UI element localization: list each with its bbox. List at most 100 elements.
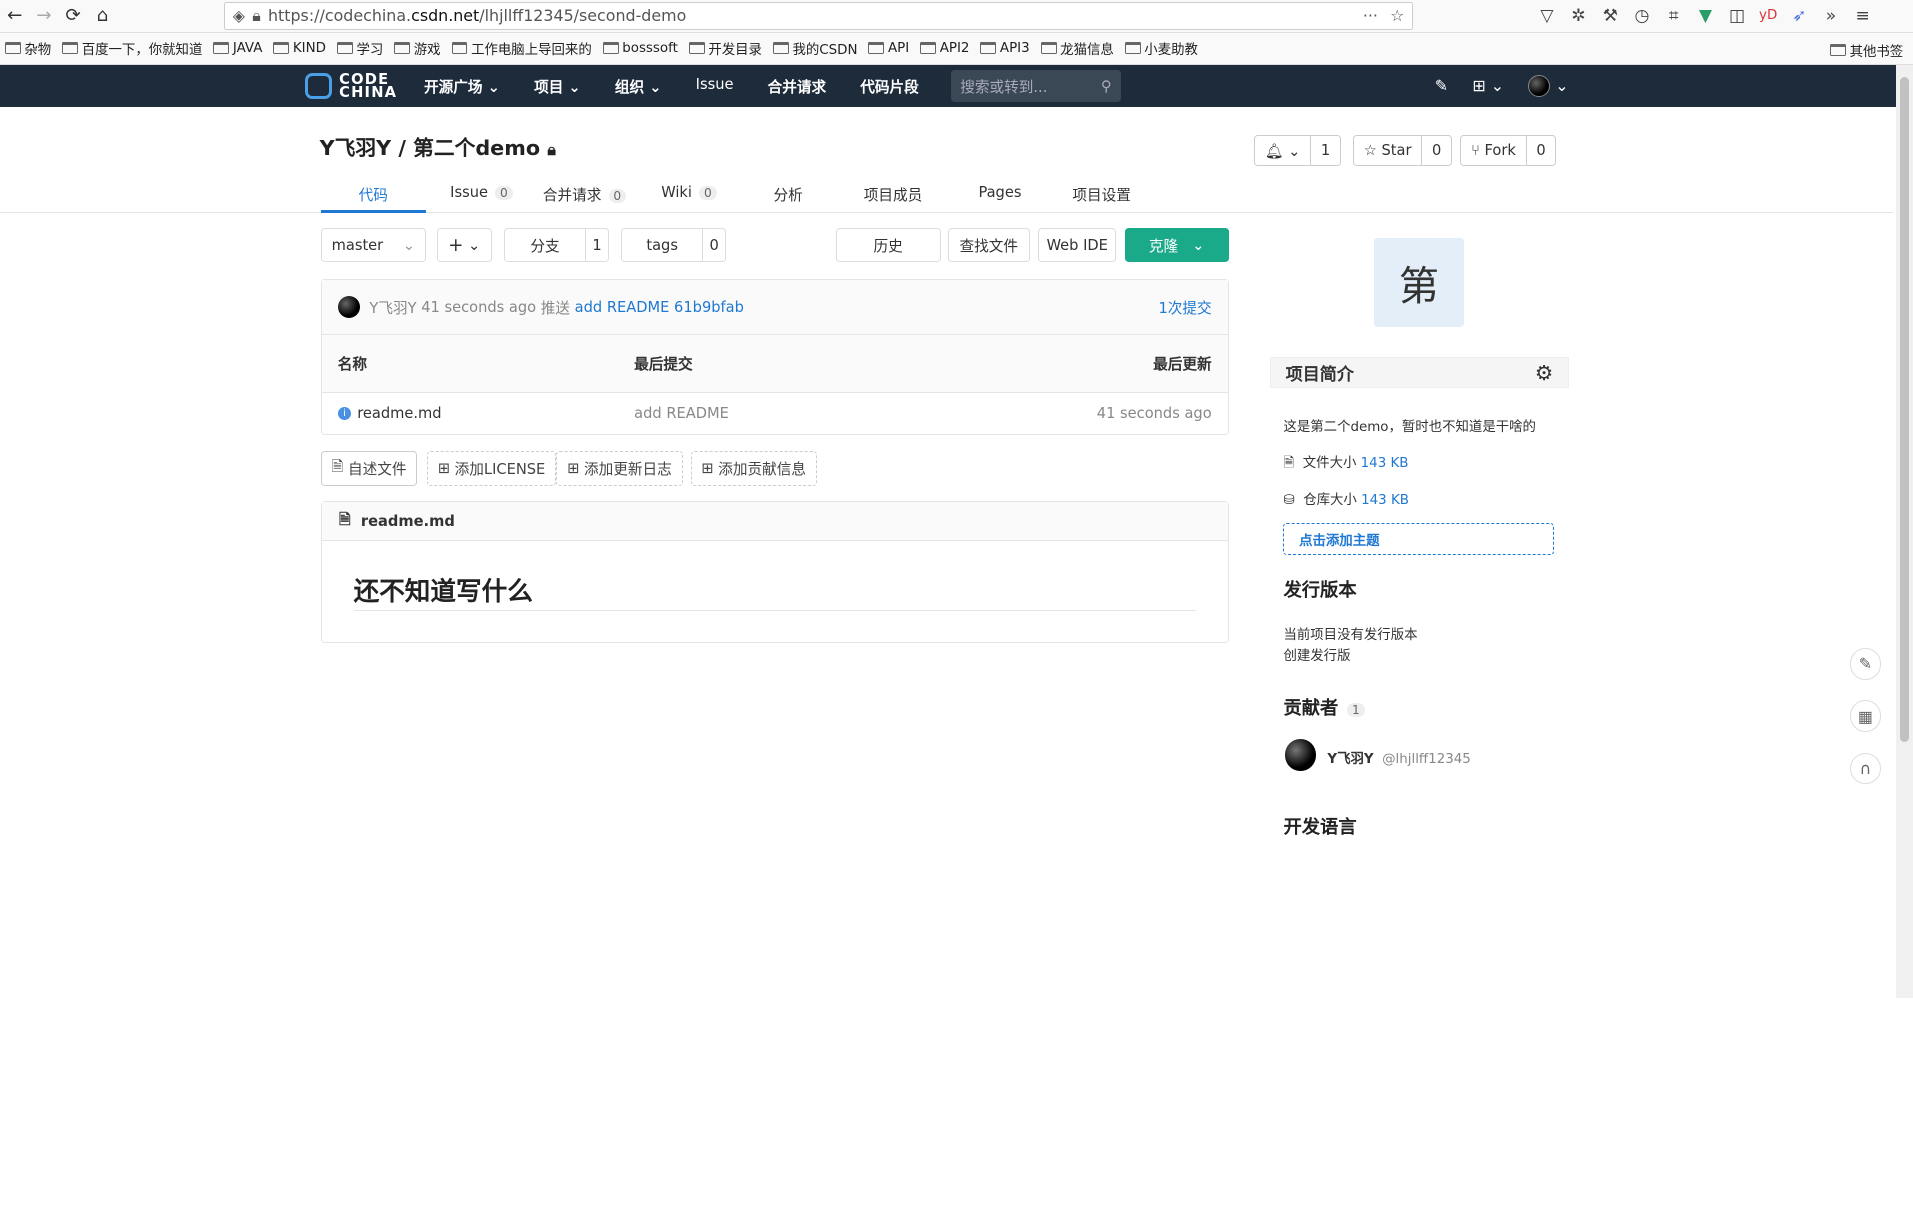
notification-button[interactable]: 🔔︎ ⌄ 1 [1254, 135, 1341, 166]
menu-open-source[interactable]: 开源广场 ⌄ [424, 76, 500, 97]
find-file-button[interactable]: 查找文件 [947, 228, 1030, 263]
home-icon[interactable]: ⌂ [88, 5, 117, 26]
tab-settings[interactable]: 项目设置 [1072, 184, 1131, 205]
bookmark-label: 我的CSDN [792, 43, 858, 59]
project-title-text[interactable]: Y飞羽Y / 第二个demo [320, 136, 540, 160]
new-plus-icon[interactable]: ⊞ ⌄ [1472, 76, 1504, 95]
folder-icon [602, 42, 619, 55]
tags-button[interactable]: tags 0 [620, 228, 726, 263]
hamburger-menu-icon[interactable]: ≡ [1853, 6, 1873, 26]
fork-count[interactable]: 0 [1525, 136, 1556, 165]
star-count[interactable]: 0 [1421, 136, 1451, 165]
tab-wiki[interactable]: Wiki 0 [661, 184, 717, 201]
overflow-icon[interactable]: » [1821, 6, 1841, 26]
bookmark-item[interactable]: KIND [273, 41, 326, 56]
url-text[interactable]: https://codechina.csdn.net/lhjllff12345/… [268, 6, 1351, 25]
todo-edit-icon[interactable]: ✎ [1435, 76, 1448, 95]
menu-issue[interactable]: Issue [696, 76, 734, 97]
user-menu[interactable]: ⌄ [1528, 75, 1569, 97]
bookmark-item[interactable]: API [868, 41, 909, 56]
tab-code[interactable]: 代码 [359, 184, 388, 205]
add-dropdown-button[interactable]: + ⌄ [436, 228, 492, 263]
contributor-avatar[interactable] [1284, 739, 1317, 772]
scrollbar-thumb[interactable] [1899, 76, 1910, 742]
back-icon[interactable]: ← [0, 5, 29, 26]
extension-icon[interactable]: ◫ [1727, 6, 1747, 26]
gear-icon[interactable]: ⚙ [1535, 361, 1554, 385]
commit-count-link[interactable]: 1次提交 [1158, 297, 1211, 318]
clone-button[interactable]: 克隆 ⌄ [1124, 228, 1229, 263]
commit-author-avatar[interactable] [337, 296, 360, 319]
bookmark-item[interactable]: 龙猫信息 [1040, 38, 1114, 58]
bookmark-other[interactable]: 其他书签 [1830, 40, 1903, 60]
table-row[interactable]: i readme.md add README 41 seconds ago [322, 393, 1228, 434]
commit-time: 41 seconds ago [421, 298, 537, 316]
last-commit: Y飞羽Y 41 seconds ago 推送 add README 61b9bf… [321, 280, 1228, 336]
bookmark-item[interactable]: 我的CSDN [772, 38, 858, 59]
menu-groups[interactable]: 组织 ⌄ [615, 76, 662, 97]
youdao-icon[interactable]: yD [1759, 8, 1777, 23]
bookmark-item[interactable]: bosssoft [602, 41, 678, 56]
tab-issue[interactable]: Issue 0 [450, 184, 513, 201]
tab-members[interactable]: 项目成员 [864, 184, 923, 205]
bookmark-item[interactable]: 开发目录 [688, 38, 762, 58]
pocket-icon[interactable]: ▽ [1537, 6, 1557, 26]
more-icon[interactable]: ··· [1363, 6, 1378, 25]
menu-projects[interactable]: 项目 ⌄ [534, 76, 581, 97]
bookmark-item[interactable]: 杂物 [4, 38, 51, 58]
tab-merge-requests[interactable]: 合并请求 0 [543, 184, 627, 205]
crop-icon[interactable]: ⌗ [1664, 6, 1684, 26]
commit-sha[interactable]: 61b9bfab [674, 299, 744, 316]
fork-button[interactable]: ⑂ Fork 0 [1460, 135, 1557, 166]
commit-author[interactable]: Y飞羽Y [369, 297, 416, 318]
tab-pages[interactable]: Pages [978, 184, 1021, 201]
bookmark-item[interactable]: 工作电脑上导回来的 [451, 38, 592, 58]
bookmark-item[interactable]: 游戏 [394, 38, 441, 58]
menu-snippets[interactable]: 代码片段 [860, 76, 919, 97]
bookmark-label: KIND [292, 40, 326, 56]
readme-filename[interactable]: readme.md [361, 513, 455, 530]
clock-icon[interactable]: ◷ [1632, 6, 1652, 26]
settings-gear-icon[interactable]: ✲ [1569, 6, 1589, 26]
bookmark-star-icon[interactable]: ☆ [1390, 6, 1404, 25]
address-bar[interactable]: ◈ 🔒︎ https://codechina.csdn.net/lhjllff1… [224, 1, 1413, 30]
star-button[interactable]: ☆ Star 0 [1352, 135, 1453, 166]
bookmark-item[interactable]: API2 [920, 41, 969, 56]
commit-message[interactable]: add README [575, 299, 670, 316]
star-label: Star [1381, 142, 1412, 160]
reload-icon[interactable]: ⟳ [59, 5, 88, 26]
bookmark-item[interactable]: JAVA [213, 41, 262, 56]
tab-analytics[interactable]: 分析 [773, 184, 802, 205]
add-topic-button[interactable]: 点击添加主题 [1283, 523, 1555, 556]
contributor-info[interactable]: Y飞羽Y @lhjllff12345 [1327, 747, 1470, 767]
branch-select[interactable]: master ⌄ [320, 228, 426, 263]
search-input[interactable]: 搜索或转到... ⚲ [950, 69, 1122, 103]
file-commit-message[interactable]: add README [634, 405, 729, 422]
vue-icon[interactable]: ▼ [1696, 6, 1716, 26]
menu-merge-requests[interactable]: 合并请求 [768, 76, 827, 97]
codechina-logo[interactable]: CODE CHINA [305, 72, 397, 100]
branches-button[interactable]: 分支 1 [503, 228, 609, 263]
wrench-icon[interactable]: ⚒ [1601, 6, 1621, 26]
forward-icon[interactable]: → [29, 5, 58, 26]
folder-icon [213, 42, 230, 55]
add-changelog-button[interactable]: ⊞ 添加更新日志 [556, 451, 683, 486]
feedback-edit-icon[interactable]: ✎ [1849, 647, 1882, 680]
headset-icon[interactable]: ∩ [1849, 752, 1882, 785]
create-release-link[interactable]: 创建发行版 [1283, 644, 1350, 664]
add-contributing-button[interactable]: ⊞ 添加贡献信息 [690, 451, 817, 486]
contributor-name[interactable]: Y飞羽Y [1327, 752, 1373, 767]
bookmark-item[interactable]: 小麦助教 [1124, 38, 1198, 58]
history-button[interactable]: 历史 [835, 228, 941, 263]
shield-icon[interactable]: ◈ [233, 6, 245, 25]
qrcode-icon[interactable]: ▦ [1849, 700, 1882, 732]
file-name-link[interactable]: readme.md [357, 405, 441, 422]
bird-icon[interactable]: ➶ [1790, 6, 1810, 26]
add-license-button[interactable]: ⊞ 添加LICENSE [427, 451, 557, 486]
bookmark-item[interactable]: 学习 [336, 38, 383, 58]
bookmark-item[interactable]: API3 [980, 41, 1030, 56]
web-ide-button[interactable]: Web IDE [1038, 228, 1117, 263]
scrollbar[interactable] [1895, 64, 1913, 998]
readme-button[interactable]: 🗎 自述文件 [320, 451, 418, 486]
bookmark-item[interactable]: 百度一下，你就知道 [62, 38, 202, 58]
